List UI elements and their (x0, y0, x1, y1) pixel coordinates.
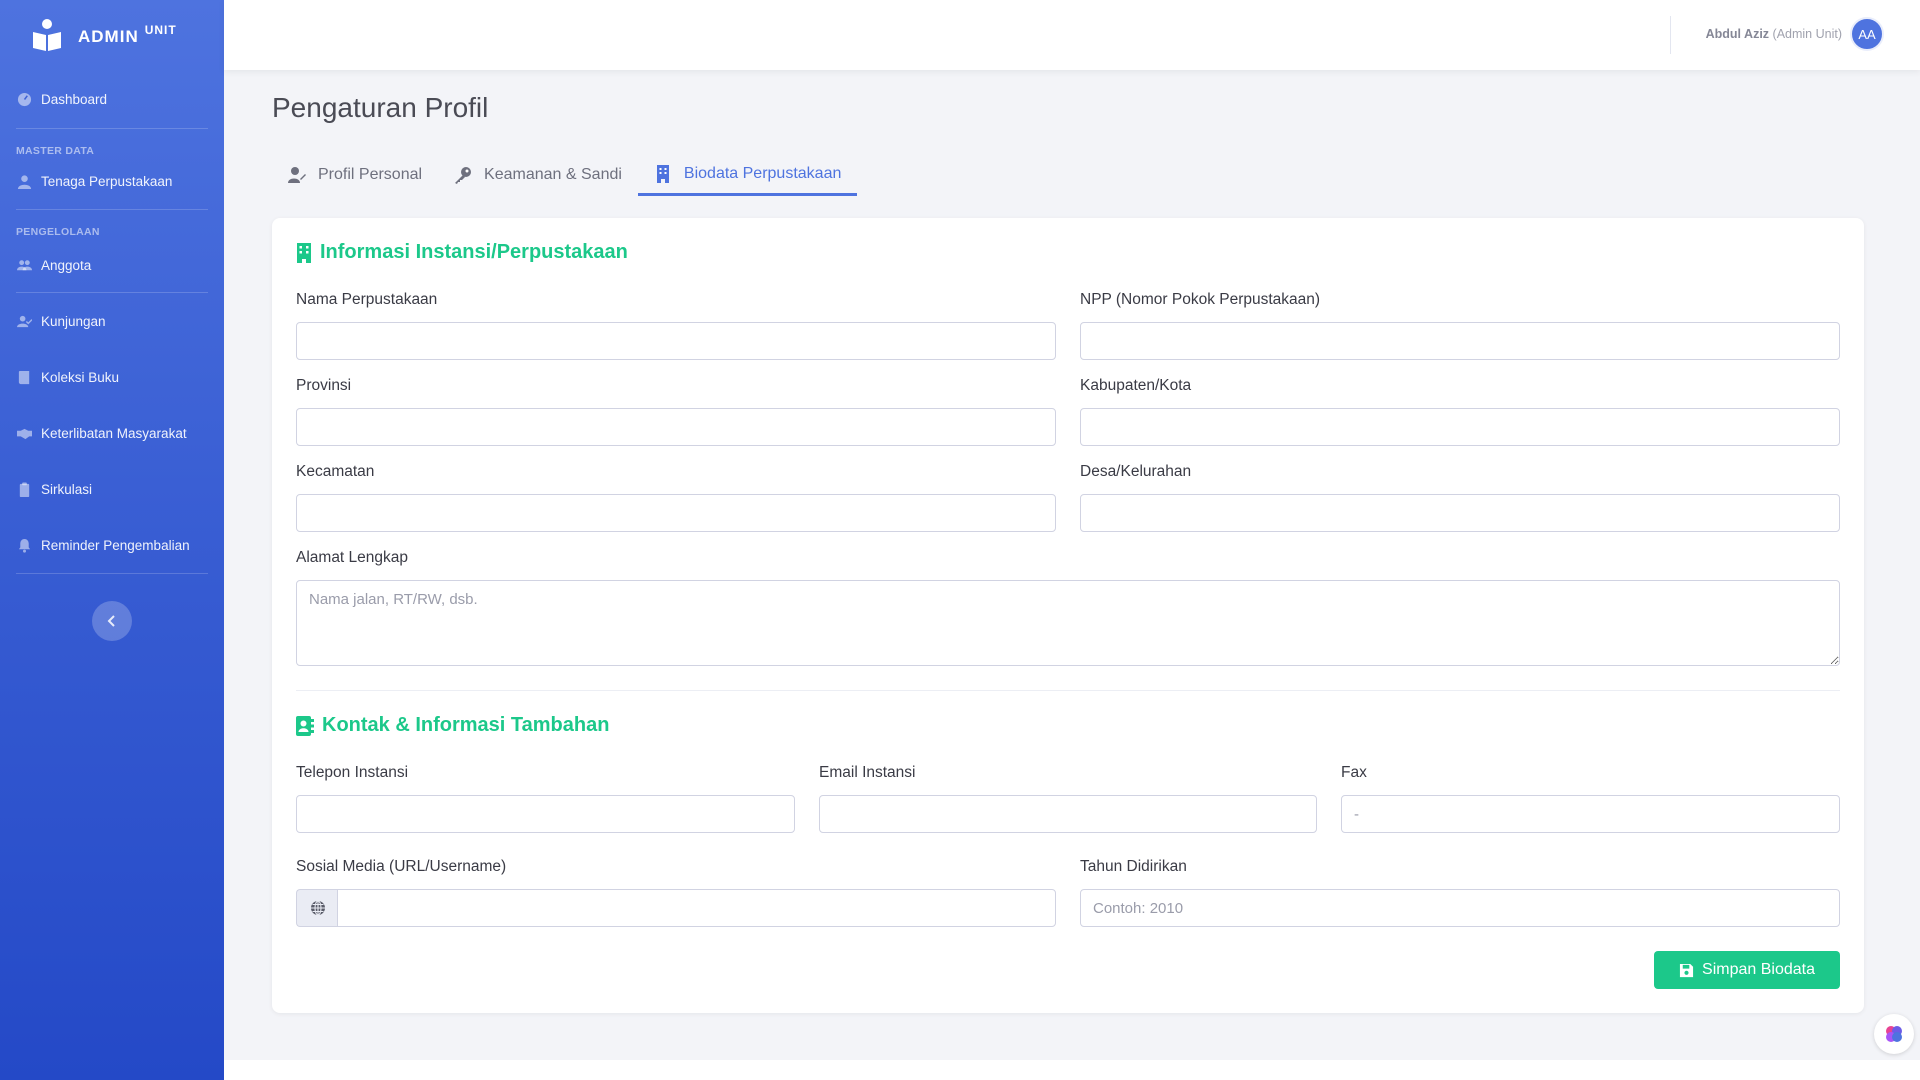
sidebar-item-label: Reminder Pengembalian (41, 537, 190, 553)
page-title: Pengaturan Profil (272, 92, 489, 123)
email-input[interactable] (819, 795, 1317, 833)
sidebar-heading-pengelolaan: PENGELOLAAN (16, 226, 100, 238)
brand-suffix: UNIT (144, 23, 177, 37)
tab-keamanan-sandi[interactable]: Keamanan & Sandi (438, 154, 638, 196)
tab-label: Biodata Perpustakaan (683, 164, 842, 182)
floating-assistant-button[interactable] (1874, 1014, 1914, 1054)
tab-label: Profil Personal (318, 166, 423, 183)
sidebar-toggle-button[interactable] (92, 601, 132, 641)
tab-biodata-perpustakaan[interactable]: Biodata Perpustakaan (637, 154, 858, 196)
sidebar: ADMIN UNIT Dashboard MASTER DATA Tenaga P… (0, 0, 224, 1080)
tab-label: Keamanan & Sandi (484, 166, 622, 183)
address-book-icon (296, 715, 314, 736)
user-check-icon (16, 313, 32, 329)
sidebar-item-reminder[interactable]: Reminder Pengembalian (0, 517, 224, 573)
sidebar-divider (16, 573, 208, 574)
desa-label: Desa/Kelurahan (1080, 463, 1192, 480)
footer (224, 1060, 1920, 1080)
user-icon (16, 173, 32, 189)
nama-perpustakaan-label: Nama Perpustakaan (296, 291, 438, 308)
bell-icon (16, 537, 32, 553)
fax-input[interactable] (1341, 795, 1840, 833)
key-icon (455, 167, 472, 184)
handshake-icon (16, 425, 32, 441)
brand[interactable]: ADMIN UNIT (0, 0, 224, 70)
telepon-label: Telepon Instansi (296, 764, 409, 781)
kabupaten-input[interactable] (1080, 408, 1840, 446)
sosmed-input[interactable] (337, 889, 1056, 927)
brain-icon (1886, 1026, 1902, 1042)
biodata-card: Informasi Instansi/Perpustakaan Nama Per… (272, 218, 1864, 1013)
brand-name: ADMIN UNIT (78, 23, 177, 46)
save-biodata-button[interactable]: Simpan Biodata (1654, 951, 1840, 989)
kecamatan-label: Kecamatan (296, 463, 375, 480)
alamat-textarea[interactable] (296, 580, 1840, 666)
tab-profil-personal[interactable]: Profil Personal (272, 154, 438, 196)
user-menu[interactable]: Abdul Aziz (Admin Unit) AA (1706, 17, 1884, 51)
sidebar-item-keterlibatan[interactable]: Keterlibatan Masyarakat (0, 405, 224, 461)
npp-input[interactable] (1080, 322, 1840, 360)
provinsi-label: Provinsi (296, 377, 352, 394)
sidebar-item-koleksi-buku[interactable]: Koleksi Buku (0, 349, 224, 405)
tachometer-icon (16, 91, 32, 107)
save-icon (1679, 963, 1694, 977)
sidebar-item-label: Anggota (41, 257, 92, 273)
sidebar-item-label: Sirkulasi (41, 481, 93, 497)
sidebar-item-label: Keterlibatan Masyarakat (41, 425, 187, 441)
topbar: Abdul Aziz (Admin Unit) AA (224, 0, 1920, 70)
kabupaten-label: Kabupaten/Kota (1080, 377, 1192, 394)
section-title-kontak: Kontak & Informasi Tambahan (296, 714, 609, 737)
chevron-left-icon (107, 615, 115, 627)
sidebar-item-label: Kunjungan (41, 313, 106, 329)
users-icon (16, 257, 32, 273)
book-icon (16, 369, 32, 385)
sidebar-item-dashboard[interactable]: Dashboard (0, 70, 224, 128)
tahun-label: Tahun Didirikan (1080, 858, 1187, 875)
sidebar-item-label: Tenaga Perpustakaan (41, 173, 173, 189)
section-divider (296, 690, 1840, 691)
sidebar-heading-master: MASTER DATA (16, 145, 95, 157)
save-button-label: Simpan Biodata (1702, 961, 1815, 978)
section-title-informasi: Informasi Instansi/Perpustakaan (296, 241, 628, 264)
sidebar-item-sirkulasi[interactable]: Sirkulasi (0, 461, 224, 517)
user-edit-icon (288, 167, 306, 183)
profile-tabs: Profil Personal Keamanan & Sandi Biodata… (272, 154, 858, 196)
telepon-input[interactable] (296, 795, 795, 833)
section-title-text: Informasi Instansi/Perpustakaan (320, 241, 628, 263)
clipboard-icon (16, 481, 32, 497)
building-icon (656, 164, 669, 183)
user-role: (Admin Unit) (1772, 27, 1842, 41)
provinsi-input[interactable] (296, 408, 1056, 446)
avatar[interactable]: AA (1850, 17, 1884, 51)
npp-label: NPP (Nomor Pokok Perpustakaan) (1080, 291, 1321, 308)
sidebar-item-label: Dashboard (41, 91, 108, 107)
sidebar-item-kunjungan[interactable]: Kunjungan (0, 293, 224, 349)
alamat-label: Alamat Lengkap (296, 549, 409, 566)
building-icon (297, 242, 311, 263)
globe-icon (310, 900, 325, 916)
email-label: Email Instansi (819, 764, 916, 781)
sidebar-item-label: Koleksi Buku (41, 369, 120, 385)
sosmed-addon (296, 889, 338, 927)
kecamatan-input[interactable] (296, 494, 1056, 532)
reader-logo-icon (33, 19, 61, 51)
nama-perpustakaan-input[interactable] (296, 322, 1056, 360)
sosmed-label: Sosial Media (URL/Username) (296, 858, 507, 875)
topbar-divider (1670, 16, 1671, 54)
sidebar-item-tenaga[interactable]: Tenaga Perpustakaan (0, 161, 224, 201)
sidebar-item-anggota[interactable]: Anggota (0, 242, 224, 288)
tahun-input[interactable] (1080, 889, 1840, 927)
desa-input[interactable] (1080, 494, 1840, 532)
section-title-text: Kontak & Informasi Tambahan (322, 714, 610, 736)
user-name: Abdul Aziz (1705, 27, 1770, 41)
user-name-text: Abdul Aziz (Admin Unit) (1706, 27, 1842, 41)
fax-label: Fax (1341, 764, 1367, 781)
